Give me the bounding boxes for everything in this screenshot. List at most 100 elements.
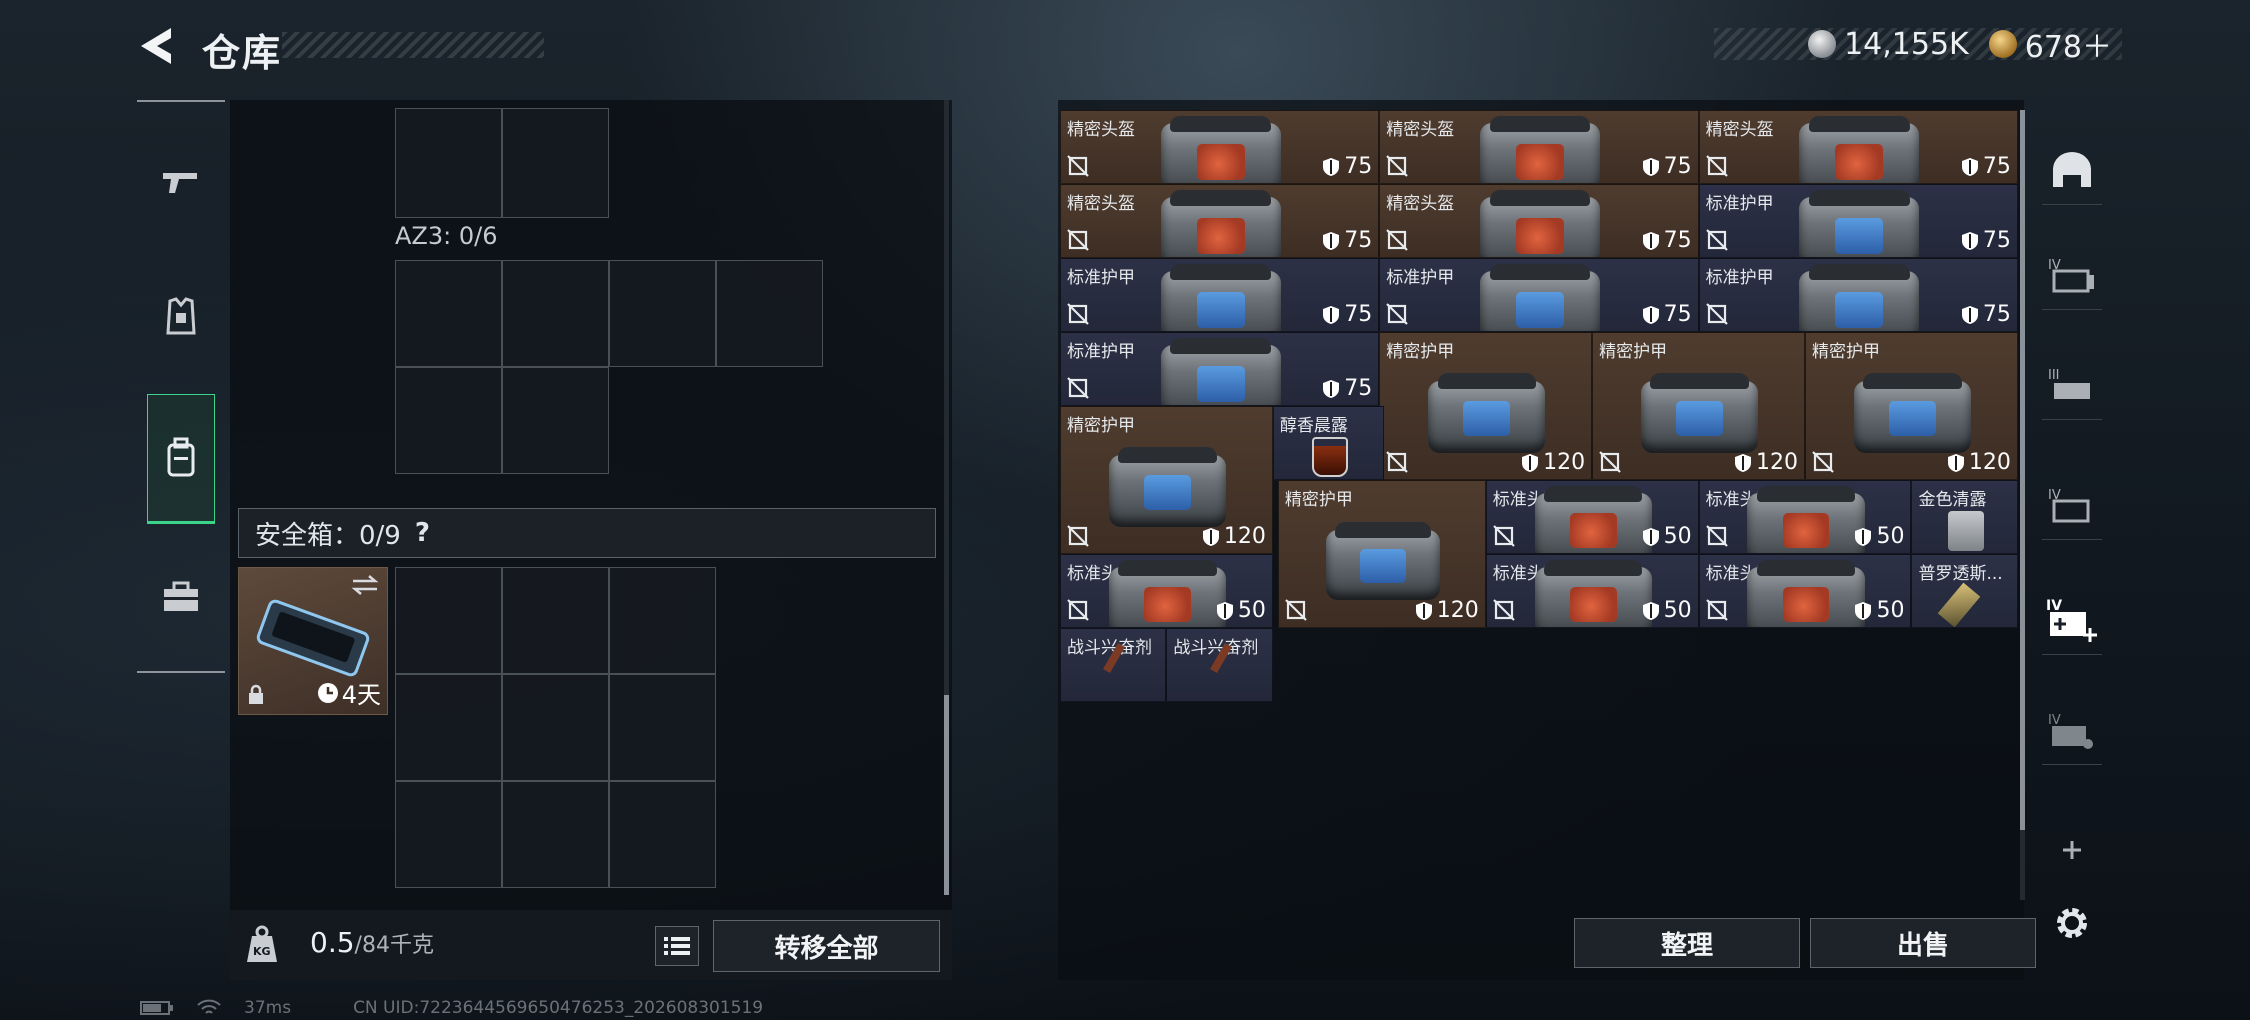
item-name: 金色清露: [1918, 490, 1987, 510]
not-insured-icon: [1067, 229, 1089, 251]
storage-item[interactable]: 精密头盔 75: [1698, 110, 2018, 184]
tab-storage-iv[interactable]: IV: [2042, 240, 2102, 310]
storage-item[interactable]: 战斗兴奋剂: [1060, 628, 1167, 702]
tab-storage-iv-b[interactable]: IV: [2042, 470, 2102, 540]
backpack-scroll-thumb[interactable]: [944, 695, 949, 895]
storage-item[interactable]: 普罗透斯...: [1911, 554, 2018, 628]
az3-slot[interactable]: [609, 260, 716, 367]
safe-slot[interactable]: [502, 781, 609, 888]
storage-item[interactable]: 精密护甲 120: [1379, 332, 1593, 480]
tab-storage-iii[interactable]: III: [2042, 350, 2102, 420]
shield-icon: [1947, 453, 1964, 472]
backpack-slot[interactable]: [395, 108, 502, 218]
tab-weapons[interactable]: [137, 117, 225, 247]
storage-item[interactable]: 精密护甲 120: [1060, 406, 1273, 554]
storage-item[interactable]: 醇香晨露: [1272, 406, 1385, 480]
transfer-all-button[interactable]: 转移全部: [713, 920, 940, 972]
storage-item[interactable]: 标准护甲 75: [1698, 184, 2018, 258]
storage-item[interactable]: 标准护甲 75: [1698, 258, 2018, 332]
toolbox-icon: [164, 581, 198, 611]
storage-item[interactable]: 标准头盔 50: [1698, 480, 1912, 554]
storage-item[interactable]: 精密头盔 75: [1379, 184, 1699, 258]
storage-scroll-thumb[interactable]: [2020, 110, 2025, 830]
tab-backpack[interactable]: [147, 394, 215, 524]
durability-number: 75: [1344, 154, 1373, 179]
storage-item[interactable]: 标准头盔 50: [1698, 554, 1912, 628]
storage-item[interactable]: 精密头盔 75: [1060, 184, 1380, 258]
shield-icon: [1855, 527, 1872, 546]
safe-slot[interactable]: [609, 781, 716, 888]
armor-case-icon: [1325, 522, 1440, 601]
safe-box-item[interactable]: 4天: [238, 567, 388, 715]
durability-number: 50: [1663, 598, 1692, 623]
weight-icon: KG: [244, 924, 280, 964]
helmet-case-icon: [1108, 559, 1226, 627]
add-storage-button[interactable]: [2042, 815, 2102, 885]
storage-item[interactable]: 精密头盔 75: [1060, 110, 1380, 184]
az3-slot[interactable]: [502, 260, 609, 367]
durability-value: 50: [1642, 598, 1692, 623]
storage-item[interactable]: 标准头盔 50: [1485, 554, 1699, 628]
not-insured-icon: [1599, 451, 1621, 473]
safe-slot[interactable]: [609, 674, 716, 781]
az3-slot[interactable]: [395, 367, 502, 474]
not-insured-icon: [1386, 155, 1409, 177]
silver-coin-icon: [1808, 30, 1837, 58]
safe-slot[interactable]: [502, 674, 609, 781]
durability-number: 75: [1982, 228, 2011, 253]
storage-item[interactable]: 标准头盔 50: [1485, 480, 1699, 554]
help-icon[interactable]: ?: [415, 518, 430, 548]
page-title: 仓库: [202, 31, 283, 75]
storage-item[interactable]: 战斗兴奋剂: [1166, 628, 1273, 702]
silver-currency[interactable]: 14,155K: [1808, 27, 1969, 62]
storage-item[interactable]: 精密头盔 75: [1379, 110, 1699, 184]
az3-slot[interactable]: [502, 367, 609, 474]
backpack-slot[interactable]: [502, 108, 609, 218]
safe-slot[interactable]: [395, 567, 502, 674]
back-button[interactable]: [135, 22, 185, 70]
safe-slot[interactable]: [395, 674, 502, 781]
not-insured-icon: [1386, 451, 1409, 473]
durability-number: 50: [1237, 598, 1266, 623]
shield-icon: [1323, 157, 1340, 176]
az3-slot[interactable]: [716, 260, 823, 367]
list-view-button[interactable]: [655, 926, 699, 966]
safe-slot[interactable]: [502, 567, 609, 674]
durability-number: 50: [1663, 524, 1692, 549]
not-insured-icon: [1285, 599, 1307, 621]
tab-armor[interactable]: [137, 252, 225, 382]
storage-item[interactable]: 金色清露: [1911, 480, 2018, 554]
gold-currency[interactable]: 678＋: [1988, 22, 2112, 66]
az3-slot[interactable]: [395, 260, 502, 367]
tab-toolbox[interactable]: [137, 532, 225, 662]
not-insured-icon: [1492, 599, 1515, 621]
storage-item[interactable]: 精密护甲 120: [1805, 332, 2018, 480]
helmet-case-icon: [1534, 559, 1652, 627]
sort-button[interactable]: 整理: [1574, 918, 1800, 968]
storage-item[interactable]: 精密护甲 120: [1592, 332, 1806, 480]
shield-icon: [1855, 601, 1872, 620]
weight-max: /84千克: [354, 933, 434, 958]
shield-icon: [1961, 157, 1978, 176]
helmet-icon: [2053, 151, 2091, 187]
safe-slot[interactable]: [609, 567, 716, 674]
storage-item[interactable]: 标准护甲 75: [1060, 332, 1380, 406]
shield-icon: [1216, 601, 1233, 620]
storage-item[interactable]: 标准护甲 75: [1379, 258, 1699, 332]
sell-button[interactable]: 出售: [1810, 918, 2036, 968]
settings-button[interactable]: [2042, 888, 2102, 958]
tab-storage-iv-c[interactable]: IV: [2042, 695, 2102, 765]
tab-helmet-storage[interactable]: [2042, 135, 2102, 205]
shield-icon: [1642, 305, 1659, 324]
durability-value: 75: [1322, 228, 1372, 253]
storage-item[interactable]: 标准护甲 75: [1060, 258, 1380, 332]
safe-slot[interactable]: [395, 781, 502, 888]
helmet-case-icon: [1747, 485, 1865, 553]
swap-icon[interactable]: [351, 574, 379, 596]
durability-value: 120: [1202, 524, 1266, 549]
tab-storage-iv-add[interactable]: IV: [2042, 585, 2102, 655]
not-insured-icon: [1067, 303, 1089, 325]
title-stripe: [282, 32, 544, 58]
storage-item[interactable]: 标准头盔 50: [1060, 554, 1273, 628]
storage-item[interactable]: 精密护甲 120: [1277, 480, 1486, 628]
